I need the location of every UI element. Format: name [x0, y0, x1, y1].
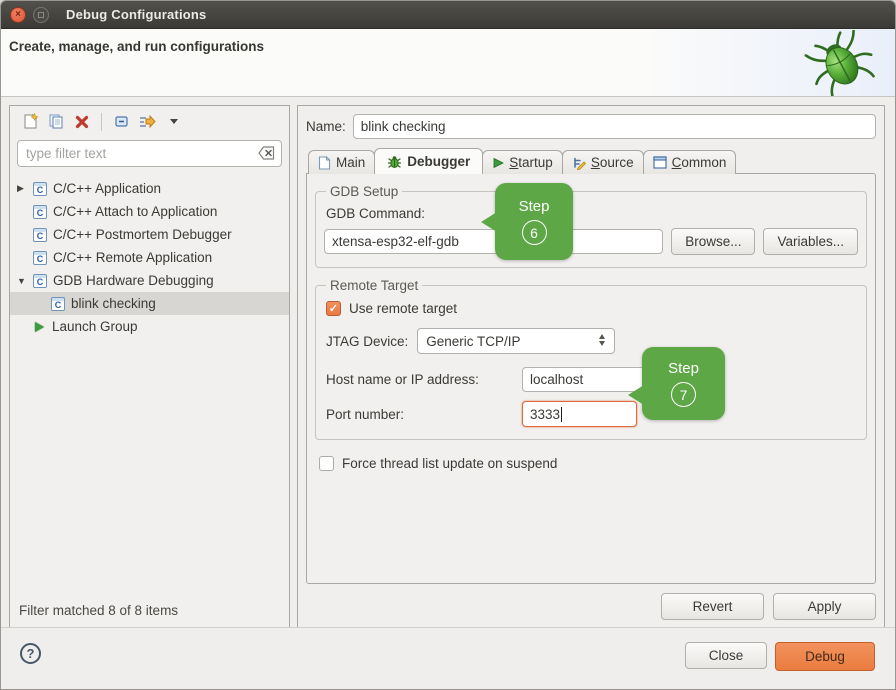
startup-play-icon	[492, 157, 504, 169]
filter-field-wrap	[17, 140, 282, 167]
tab-common[interactable]: Common	[643, 150, 737, 174]
configurations-sidebar: ▶ C C/C++ Application C C/C++ Attach to …	[9, 105, 290, 629]
name-input[interactable]	[353, 114, 876, 139]
debugger-tab-content: GDB Setup GDB Command: Browse... Variabl…	[306, 173, 876, 584]
tree-item-cpp-application[interactable]: ▶ C C/C++ Application	[10, 177, 289, 200]
c-application-icon: C	[33, 182, 47, 196]
step-6-callout: Step 6	[495, 183, 573, 260]
name-row: Name:	[306, 114, 876, 139]
host-label: Host name or IP address:	[326, 372, 522, 387]
tab-debugger[interactable]: Debugger	[374, 148, 483, 174]
duplicate-configuration-icon[interactable]	[44, 110, 68, 134]
apply-row: Revert Apply	[306, 593, 876, 620]
step-7-callout: Step 7	[642, 347, 725, 420]
titlebar[interactable]: × Debug Configurations	[1, 1, 895, 29]
debug-button[interactable]: Debug	[775, 642, 875, 671]
jtag-device-label: JTAG Device:	[326, 334, 408, 349]
dialog-footer: ? Close Debug	[1, 627, 895, 689]
c-application-icon: C	[51, 297, 65, 311]
help-button[interactable]: ?	[20, 643, 41, 664]
window-maximize-icon[interactable]	[33, 7, 49, 23]
common-window-icon	[653, 156, 667, 169]
filter-match-status: Filter matched 8 of 8 items	[10, 595, 289, 628]
tab-startup[interactable]: Startup	[482, 150, 563, 174]
gdb-setup-group: GDB Setup GDB Command: Browse... Variabl…	[315, 184, 867, 268]
tree-item-cpp-remote[interactable]: C C/C++ Remote Application	[10, 246, 289, 269]
window-close-icon[interactable]: ×	[10, 7, 26, 23]
configuration-tree: ▶ C C/C++ Application C C/C++ Attach to …	[10, 173, 289, 595]
port-label: Port number:	[326, 407, 522, 422]
c-application-icon: C	[33, 205, 47, 219]
tree-item-cpp-attach[interactable]: C C/C++ Attach to Application	[10, 200, 289, 223]
name-label: Name:	[306, 119, 346, 134]
browse-button[interactable]: Browse...	[671, 228, 755, 255]
launch-group-icon	[35, 322, 44, 332]
bug-banner-icon	[801, 30, 879, 99]
text-cursor	[561, 407, 562, 422]
jtag-device-combo[interactable]: Generic TCP/IP	[417, 328, 615, 354]
gdb-command-label: GDB Command:	[326, 206, 858, 221]
callout-tail-icon	[628, 385, 644, 405]
filter-input[interactable]	[17, 140, 282, 167]
apply-button[interactable]: Apply	[773, 593, 876, 620]
c-application-icon: C	[33, 228, 47, 242]
gdb-command-input[interactable]	[324, 229, 663, 254]
delete-configuration-icon[interactable]	[70, 110, 94, 134]
c-application-icon: C	[33, 251, 47, 265]
tree-item-blink-checking[interactable]: C blink checking	[10, 292, 289, 315]
window-title: Debug Configurations	[66, 7, 207, 22]
use-remote-target-label: Use remote target	[349, 301, 457, 316]
configuration-editor: Name: Main	[297, 105, 885, 629]
collapse-all-icon[interactable]	[109, 110, 133, 134]
tab-bar: Main Debugger Startup	[306, 148, 876, 174]
variables-button[interactable]: Variables...	[763, 228, 858, 255]
expander-expanded-icon[interactable]: ▼	[17, 276, 33, 286]
debug-configurations-dialog: × Debug Configurations Create, manage, a…	[0, 0, 896, 690]
spinner-arrows-icon	[599, 334, 605, 346]
c-application-icon: C	[33, 274, 47, 288]
use-remote-target-checkbox[interactable]: ✓	[326, 301, 341, 316]
remote-target-title: Remote Target	[326, 278, 422, 293]
sidebar-toolbar	[10, 106, 289, 137]
gdb-setup-title: GDB Setup	[326, 184, 402, 199]
header-banner: Create, manage, and run configurations	[1, 29, 895, 97]
tree-item-cpp-postmortem[interactable]: C C/C++ Postmortem Debugger	[10, 223, 289, 246]
tree-item-launch-group[interactable]: Launch Group	[10, 315, 289, 338]
close-button[interactable]: Close	[685, 642, 767, 669]
clear-filter-icon[interactable]	[258, 146, 275, 163]
port-input[interactable]: 3333	[522, 401, 637, 427]
remote-target-group: Remote Target ✓ Use remote target JTAG D…	[315, 278, 867, 440]
page-icon	[318, 156, 331, 170]
dialog-subtitle: Create, manage, and run configurations	[9, 39, 264, 54]
filter-configurations-icon[interactable]	[135, 110, 159, 134]
force-thread-list-checkbox[interactable]	[319, 456, 334, 471]
new-configuration-icon[interactable]	[18, 110, 42, 134]
source-lookup-icon	[572, 156, 586, 170]
tab-source[interactable]: Source	[562, 150, 644, 174]
expander-collapsed-icon[interactable]: ▶	[17, 183, 33, 194]
dropdown-menu-icon[interactable]	[161, 110, 185, 134]
callout-tail-icon	[481, 212, 497, 232]
tree-item-gdb-hardware-debugging[interactable]: ▼ C GDB Hardware Debugging	[10, 269, 289, 292]
debugger-bug-icon	[387, 155, 402, 169]
revert-button[interactable]: Revert	[661, 593, 764, 620]
tab-main[interactable]: Main	[308, 150, 375, 174]
toolbar-separator	[101, 113, 102, 131]
force-thread-list-label: Force thread list update on suspend	[342, 456, 557, 471]
